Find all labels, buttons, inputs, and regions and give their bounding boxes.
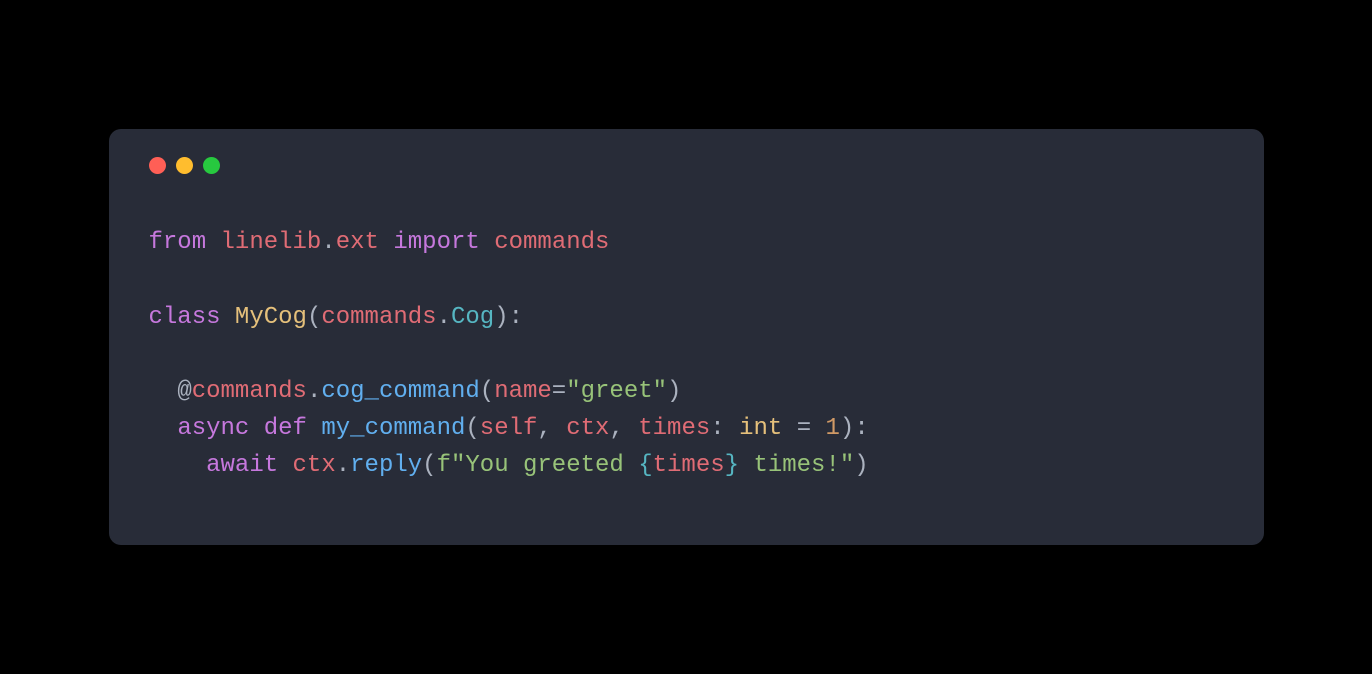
code-window: from linelib.ext import commands class M… xyxy=(109,129,1264,544)
dot: . xyxy=(437,304,451,331)
close-icon[interactable] xyxy=(149,157,166,174)
string-literal: "You greeted xyxy=(451,452,638,479)
decorator-at: @ xyxy=(177,378,191,405)
paren: ( xyxy=(307,304,321,331)
dot: . xyxy=(307,378,321,405)
decorator-func: cog_command xyxy=(321,378,479,405)
function-name: my_command xyxy=(321,415,465,442)
colon: : xyxy=(710,415,739,442)
paren: ): xyxy=(840,415,869,442)
paren: ( xyxy=(480,378,494,405)
kwarg-name: name xyxy=(494,378,552,405)
paren: ( xyxy=(422,452,436,479)
fstring-prefix: f xyxy=(437,452,451,479)
base-class: Cog xyxy=(451,304,494,331)
string-literal: times!" xyxy=(739,452,854,479)
equals: = xyxy=(552,378,566,405)
number-literal: 1 xyxy=(826,415,840,442)
minimize-icon[interactable] xyxy=(176,157,193,174)
fstring-brace: } xyxy=(725,452,739,479)
paren: ( xyxy=(465,415,479,442)
equals: = xyxy=(782,415,825,442)
dot: . xyxy=(321,229,335,256)
comma: , xyxy=(609,415,638,442)
import-name: commands xyxy=(494,229,609,256)
space xyxy=(278,452,292,479)
indent xyxy=(149,415,178,442)
code-content: from linelib.ext import commands class M… xyxy=(149,224,1224,484)
window-controls xyxy=(149,157,1224,174)
keyword-from: from xyxy=(149,229,207,256)
keyword-def: def xyxy=(264,415,307,442)
type-annotation: int xyxy=(739,415,782,442)
class-name: MyCog xyxy=(235,304,307,331)
paren: ) xyxy=(854,452,868,479)
maximize-icon[interactable] xyxy=(203,157,220,174)
keyword-async: async xyxy=(177,415,249,442)
param-self: self xyxy=(480,415,538,442)
module-name: ext xyxy=(336,229,379,256)
base-class: commands xyxy=(321,304,436,331)
keyword-class: class xyxy=(149,304,221,331)
indent xyxy=(149,378,178,405)
method-name: reply xyxy=(350,452,422,479)
dot: . xyxy=(336,452,350,479)
decorator-module: commands xyxy=(192,378,307,405)
variable: times xyxy=(653,452,725,479)
paren: ): xyxy=(494,304,523,331)
fstring-brace: { xyxy=(638,452,652,479)
module-name: linelib xyxy=(221,229,322,256)
param-name: times xyxy=(638,415,710,442)
string-literal: "greet" xyxy=(566,378,667,405)
indent xyxy=(149,452,207,479)
keyword-await: await xyxy=(206,452,278,479)
keyword-import: import xyxy=(393,229,479,256)
param-name: ctx xyxy=(566,415,609,442)
paren: ) xyxy=(667,378,681,405)
comma: , xyxy=(537,415,566,442)
object-name: ctx xyxy=(293,452,336,479)
